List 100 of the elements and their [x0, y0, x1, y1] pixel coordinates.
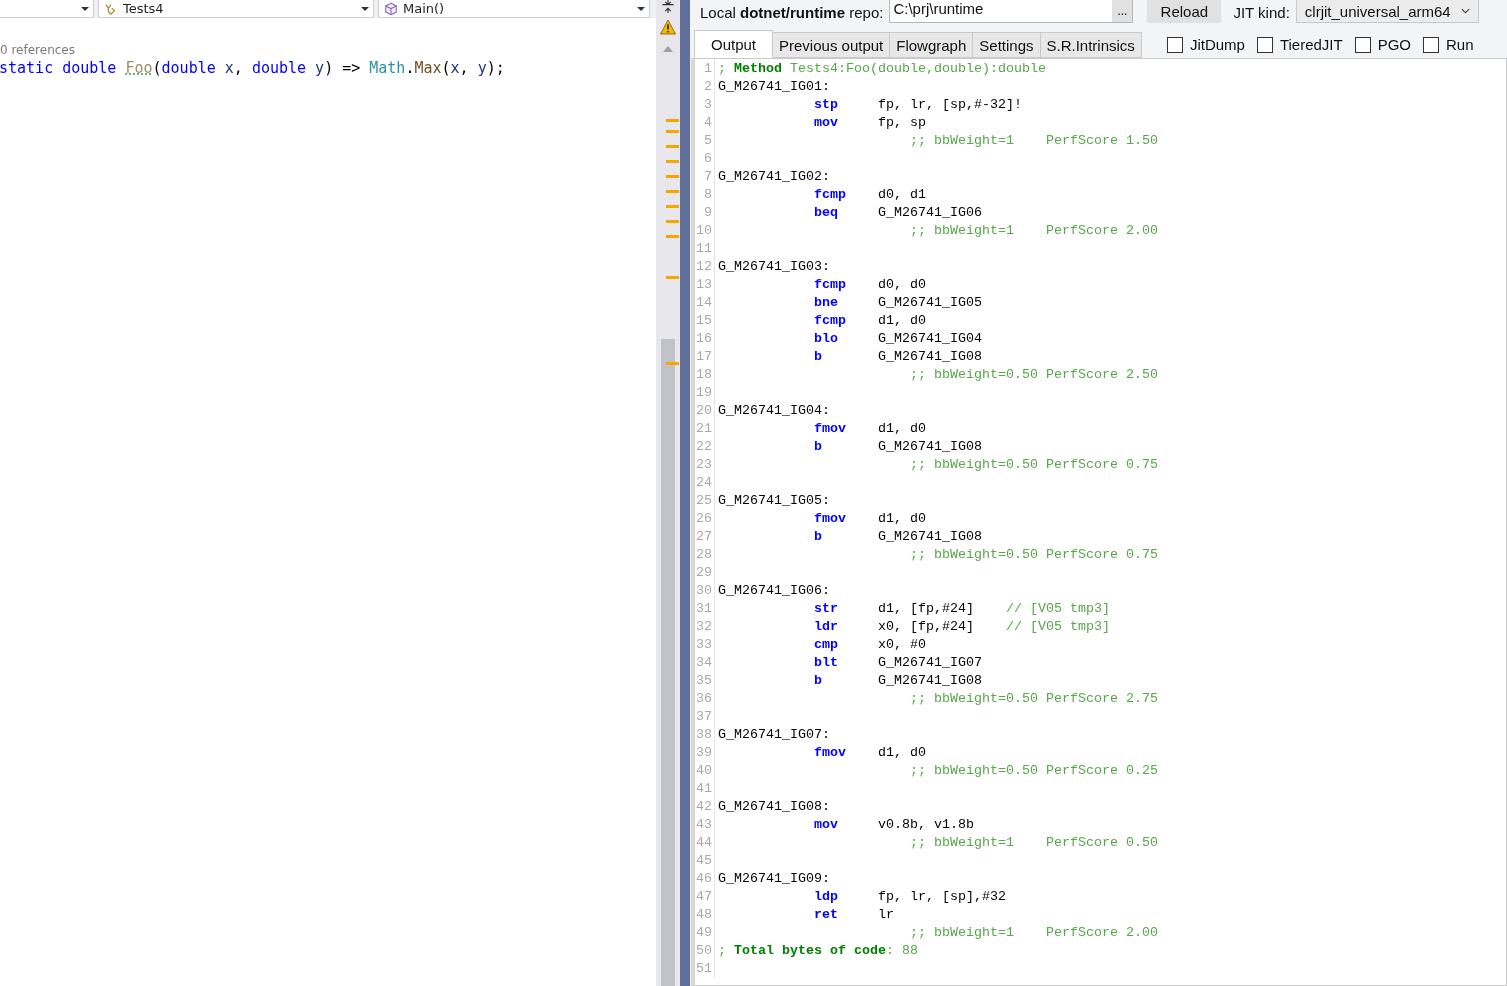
line-number: 43 [695, 816, 715, 834]
code-line: ;; bbWeight=0.50 PerfScore 0.25 [908, 762, 1158, 780]
code-line: fmov d1, d0 [812, 510, 927, 528]
code-line: G_M26741_IG03: [717, 258, 830, 276]
code-line: static double Foo(double x, double y) => Math.Max(x, y); [0, 58, 505, 78]
reload-button[interactable]: Reload [1147, 0, 1222, 23]
scroll-marker [666, 130, 679, 133]
line-number: 17 [695, 348, 715, 366]
references-count[interactable]: 0 references [0, 42, 75, 58]
line-number: 36 [695, 690, 715, 708]
code-line: bne G_M26741_IG05 [812, 294, 983, 312]
line-number: 8 [695, 186, 715, 204]
line-number: 21 [695, 420, 715, 438]
scroll-marker [666, 362, 679, 365]
tab[interactable]: Output [694, 30, 774, 58]
code-line: ; Total bytes of code: 88 [717, 942, 918, 960]
code-line: ret lr [812, 906, 895, 924]
code-line: G_M26741_IG07: [717, 726, 830, 744]
code-line: b G_M26741_IG08 [812, 438, 983, 456]
checkbox-label[interactable]: TieredJIT [1279, 36, 1343, 53]
code-line: b G_M26741_IG08 [812, 348, 983, 366]
checkbox-label[interactable]: PGO [1377, 36, 1412, 53]
tab[interactable]: Flowgraph [889, 32, 974, 58]
scroll-marker [666, 160, 679, 163]
dropdown[interactable]: Main() [378, 0, 650, 18]
line-number: 44 [695, 834, 715, 852]
dropdown[interactable]: Tests4 [98, 0, 374, 18]
code-line: ;; bbWeight=1 PerfScore 0.50 [908, 834, 1158, 852]
code-line: fcmp d0, d1 [812, 186, 927, 204]
code-line: b G_M26741_IG08 [812, 672, 983, 690]
code-line: str d1, [fp,#24] // [V05 tmp3] [812, 600, 1110, 618]
line-number: 48 [695, 906, 715, 924]
code-line: ;; bbWeight=1 PerfScore 2.00 [908, 924, 1158, 942]
line-number: 23 [695, 456, 715, 474]
scroll-marker [666, 276, 679, 279]
checkbox[interactable] [1166, 36, 1183, 53]
warning-icon[interactable] [660, 19, 676, 35]
code-line: mov fp, sp [812, 114, 927, 132]
code-line: G_M26741_IG04: [717, 402, 830, 420]
tab[interactable]: Previous output [772, 32, 891, 58]
line-number: 7 [695, 168, 715, 186]
code-line: fcmp d0, d0 [812, 276, 927, 294]
code-line: fcmp d1, d0 [812, 312, 927, 330]
line-number: 3 [695, 96, 715, 114]
code-line: fmov d1, d0 [812, 744, 927, 762]
checkbox-label[interactable]: Run [1446, 36, 1474, 53]
tab[interactable]: S.R.Intrinsics [1039, 32, 1142, 58]
code-line: G_M26741_IG05: [717, 492, 830, 510]
code-line: ldr x0, [fp,#24] // [V05 tmp3] [812, 618, 1110, 636]
line-number: 19 [695, 384, 715, 402]
line-number: 25 [695, 492, 715, 510]
code-line: beq G_M26741_IG06 [812, 204, 983, 222]
scroll-marker [666, 220, 679, 223]
line-number: 31 [695, 600, 715, 618]
line-number: 30 [695, 582, 715, 600]
jit-kind-dropdown[interactable]: clrjit_universal_arm64 [1295, 0, 1479, 23]
line-number: 14 [695, 294, 715, 312]
line-number: 18 [695, 366, 715, 384]
line-number: 41 [695, 780, 715, 798]
line-number: 33 [695, 636, 715, 654]
browse-button[interactable]: ... [1112, 0, 1133, 22]
tab[interactable]: Settings [972, 32, 1041, 58]
code-line: stp fp, lr, [sp,#-32]! [812, 96, 1022, 114]
line-number: 28 [695, 546, 715, 564]
checkbox[interactable] [1423, 36, 1440, 53]
line-number: 15 [695, 312, 715, 330]
code-line: ldp fp, lr, [sp],#32 [812, 888, 1006, 906]
line-number: 32 [695, 618, 715, 636]
scroll-marker [666, 205, 679, 208]
line-number: 4 [695, 114, 715, 132]
code-line: ;; bbWeight=1 PerfScore 1.50 [908, 132, 1158, 150]
line-number: 39 [695, 744, 715, 762]
repo-path-field[interactable]: C:\prj\runtime ... [889, 0, 1134, 23]
code-line: fmov d1, d0 [812, 420, 927, 438]
line-number: 2 [695, 78, 715, 96]
split-icon[interactable] [661, 0, 675, 13]
line-number: 42 [695, 798, 715, 816]
line-number: 37 [695, 708, 715, 726]
checkbox-label[interactable]: JitDump [1189, 36, 1245, 53]
code-line: b G_M26741_IG08 [812, 528, 983, 546]
scroll-marker [666, 145, 679, 148]
line-number: 16 [695, 330, 715, 348]
code-line: G_M26741_IG06: [717, 582, 830, 600]
line-number: 11 [695, 240, 715, 258]
line-number: 9 [695, 204, 715, 222]
checkbox[interactable] [1256, 36, 1273, 53]
code-line: blo G_M26741_IG04 [812, 330, 983, 348]
line-number: 13 [695, 276, 715, 294]
checkbox[interactable] [1354, 36, 1371, 53]
code-line: ;; bbWeight=0.50 PerfScore 0.75 [908, 546, 1158, 564]
chevron-down-icon[interactable] [1460, 8, 1470, 14]
line-number: 6 [695, 150, 715, 168]
code-line: G_M26741_IG08: [717, 798, 830, 816]
repo-label: Local dotnet/runtime repo: [700, 3, 884, 21]
code-line: blt G_M26741_IG07 [812, 654, 983, 672]
line-number: 49 [695, 924, 715, 942]
line-number: 46 [695, 870, 715, 888]
code-line: cmp x0, #0 [812, 636, 927, 654]
code-line: ;; bbWeight=0.50 PerfScore 2.75 [908, 690, 1158, 708]
scrollbar-thumb[interactable] [661, 339, 675, 986]
